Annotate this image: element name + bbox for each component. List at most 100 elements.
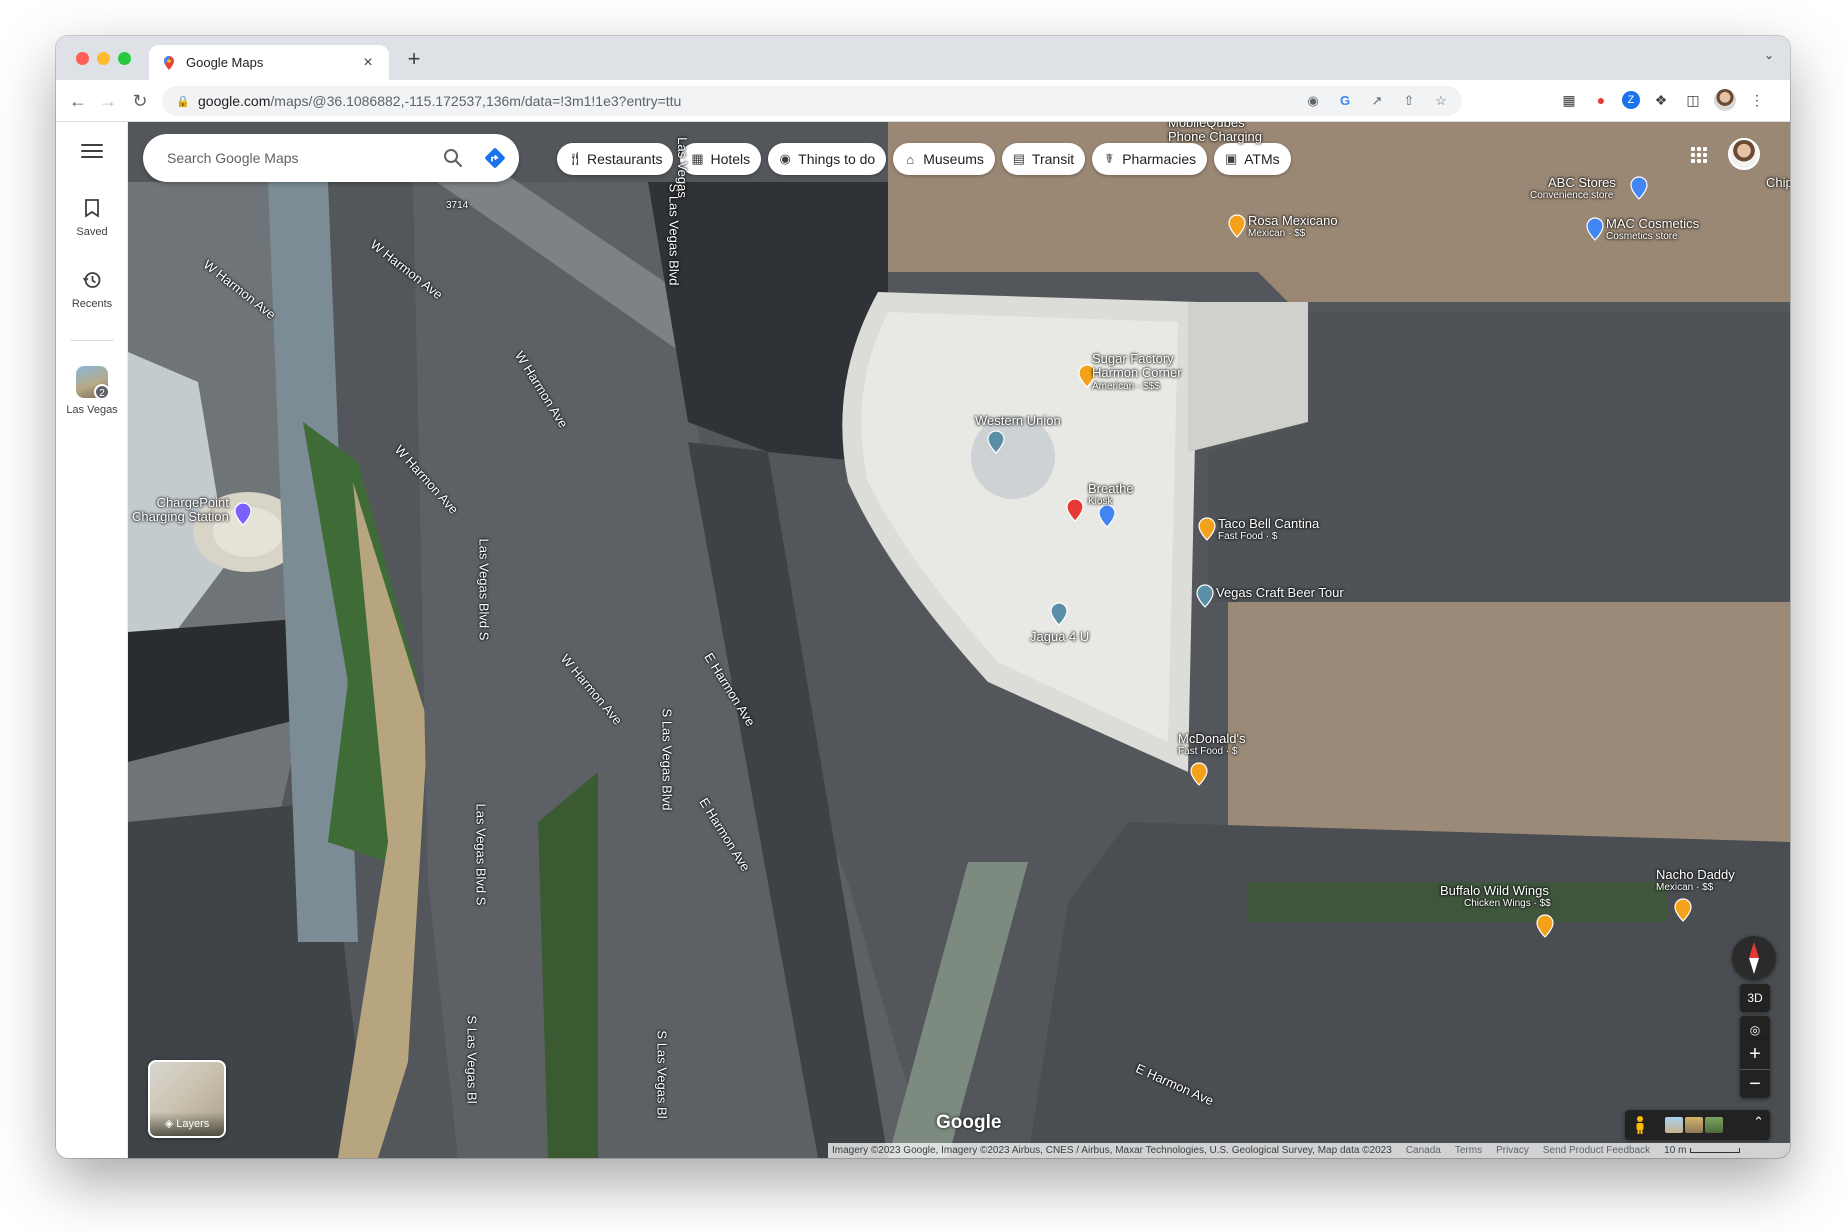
google-apps-icon[interactable] [1690, 146, 1710, 166]
museum-icon: ⌂ [906, 151, 915, 167]
address-number-label: 3714 [446, 200, 469, 211]
chip-label: ATMs [1244, 151, 1280, 167]
directions-icon[interactable] [483, 146, 507, 170]
poi-name: MobileQubes Phone Charging [1168, 122, 1262, 144]
street-label: Las Vegas Blvd S [476, 538, 492, 641]
restaurant-pin-icon [1190, 762, 1208, 786]
chip-label: Restaurants [587, 151, 663, 167]
street-view-thumbnail[interactable] [1705, 1117, 1723, 1133]
three-d-button[interactable]: 3D [1740, 984, 1770, 1012]
forward-icon[interactable]: → [96, 89, 120, 113]
red-extension-icon[interactable]: ● [1590, 89, 1612, 111]
reload-icon[interactable]: ↻ [128, 89, 152, 113]
tab-bar: Google Maps × + ⌄ [56, 36, 1790, 80]
chip-things-to-do[interactable]: ◉ Things to do [768, 143, 887, 175]
back-icon[interactable]: ← [66, 89, 90, 113]
chip-atms[interactable]: ▣ ATMs [1214, 143, 1291, 175]
zoom-in-button[interactable]: + [1740, 1040, 1770, 1069]
location-icon[interactable]: ◉ [1304, 92, 1322, 110]
poi-name: Chip [1766, 175, 1790, 190]
account-avatar[interactable] [1728, 138, 1760, 170]
charging-pin-icon [234, 502, 252, 526]
region-link[interactable]: Canada [1406, 1145, 1441, 1156]
tab-close-icon[interactable]: × [359, 54, 377, 72]
browser-window: Google Maps × + ⌄ ← → ↻ 🔒 google.com/map… [56, 36, 1790, 1158]
privacy-link[interactable]: Privacy [1496, 1145, 1529, 1156]
atm-icon: ▣ [1224, 151, 1238, 166]
saved-button[interactable]: Saved [56, 198, 128, 238]
tab-search-icon[interactable]: ⌄ [1764, 48, 1774, 62]
layers-label: ◈ Layers [150, 1112, 224, 1136]
poi-name: McDonald's [1178, 731, 1246, 746]
grid-extension-icon[interactable]: ▦ [1558, 89, 1580, 111]
satellite-map[interactable]: 🍴︎Restaurants ▦ Hotels ◉ Things to do ⌂ Mus… [128, 122, 1790, 1158]
recents-button[interactable]: Recents [56, 270, 128, 310]
scale-control[interactable]: 10 m [1664, 1145, 1741, 1156]
profile-avatar-icon[interactable] [1714, 89, 1736, 111]
pegman-icon[interactable] [1633, 1115, 1647, 1135]
restaurant-pin-icon [1198, 517, 1216, 541]
new-tab-button[interactable]: + [402, 46, 426, 72]
chrome-menu-icon[interactable]: ⋮ [1746, 89, 1768, 111]
browser-tab[interactable]: Google Maps × [149, 45, 389, 80]
compass-button[interactable] [1732, 936, 1776, 980]
search-icon[interactable] [441, 146, 465, 170]
poi-subtitle: Mexican · $$ [1656, 882, 1714, 893]
share-icon[interactable]: ⇧ [1400, 92, 1418, 110]
restaurant-pin-icon [1674, 898, 1692, 922]
expand-icon[interactable]: ⌃ [1753, 1114, 1764, 1130]
close-window-button[interactable] [76, 52, 89, 65]
z-extension-icon[interactable]: Z [1622, 91, 1640, 109]
street-label: S Las Vegas Blvd [666, 183, 682, 286]
street-label: S Las Vegas Bl [654, 1030, 670, 1119]
chip-label: Pharmacies [1122, 151, 1197, 167]
poi-name: Western Union [975, 413, 1061, 428]
chip-pharmacies[interactable]: ☤ Pharmacies [1092, 143, 1208, 175]
poi-subtitle: Mexican · $$ [1248, 228, 1306, 239]
menu-icon[interactable] [76, 140, 108, 164]
feedback-link[interactable]: Send Product Feedback [1543, 1145, 1650, 1156]
poi-name: ChargePoint Charging Station [132, 495, 229, 524]
recent-count-badge: 2 [94, 384, 110, 400]
chip-transit[interactable]: ▤ Transit [1001, 143, 1086, 175]
chip-label: Things to do [798, 151, 876, 167]
chip-hotels[interactable]: ▦ Hotels [680, 143, 762, 175]
tab-title: Google Maps [186, 55, 264, 70]
street-view-thumbnail[interactable] [1665, 1117, 1683, 1133]
chip-restaurants[interactable]: 🍴︎ Restaurants [557, 143, 674, 175]
poi-subtitle: Kiosk [1088, 496, 1113, 507]
poi-subtitle: Fast Food · $ [1218, 531, 1278, 542]
street-view-bar[interactable]: ⌃ [1625, 1110, 1770, 1140]
pharmacy-icon: ☤ [1104, 151, 1114, 166]
map-attribution: Imagery ©2023 Google, Imagery ©2023 Airb… [828, 1143, 1790, 1158]
poi-name: Sugar Factory Harmon Corner [1092, 351, 1182, 380]
terms-link[interactable]: Terms [1455, 1145, 1482, 1156]
bookmark-star-icon[interactable]: ☆ [1432, 92, 1450, 110]
street-label: Las Vegas Blvd S [473, 803, 489, 906]
chip-museums[interactable]: ⌂ Museums [893, 143, 995, 175]
maximize-window-button[interactable] [118, 52, 131, 65]
street-view-thumbnail[interactable] [1685, 1117, 1703, 1133]
search-box[interactable] [143, 134, 519, 182]
search-input[interactable] [165, 149, 441, 167]
service-pin-icon [1196, 584, 1214, 608]
red-pin-icon [1066, 498, 1084, 522]
compass-icon [1749, 942, 1759, 974]
imagery-credit: Imagery ©2023 Google, Imagery ©2023 Airb… [832, 1145, 1392, 1156]
recent-place-las-vegas[interactable]: 2 Las Vegas [56, 366, 128, 416]
open-in-app-icon[interactable]: ↗ [1368, 92, 1386, 110]
address-bar[interactable]: 🔒 google.com/maps/@36.1086882,-115.17253… [162, 86, 1462, 116]
service-pin-icon [987, 430, 1005, 454]
poi-name: ABC Stores [1548, 175, 1616, 190]
history-icon [56, 270, 128, 296]
zoom-out-button[interactable]: − [1740, 1069, 1770, 1098]
layers-button[interactable]: ◈ Layers [148, 1060, 226, 1138]
layers-text: Layers [176, 1118, 210, 1130]
street-label: Las Vegas [674, 137, 690, 198]
camera-icon: ◉ [779, 151, 791, 166]
google-lens-icon[interactable]: G [1336, 92, 1354, 110]
saved-label: Saved [76, 226, 108, 238]
minimize-window-button[interactable] [97, 52, 110, 65]
side-panel-icon[interactable]: ◫ [1682, 89, 1704, 111]
puzzle-extensions-icon[interactable]: ❖ [1650, 89, 1672, 111]
